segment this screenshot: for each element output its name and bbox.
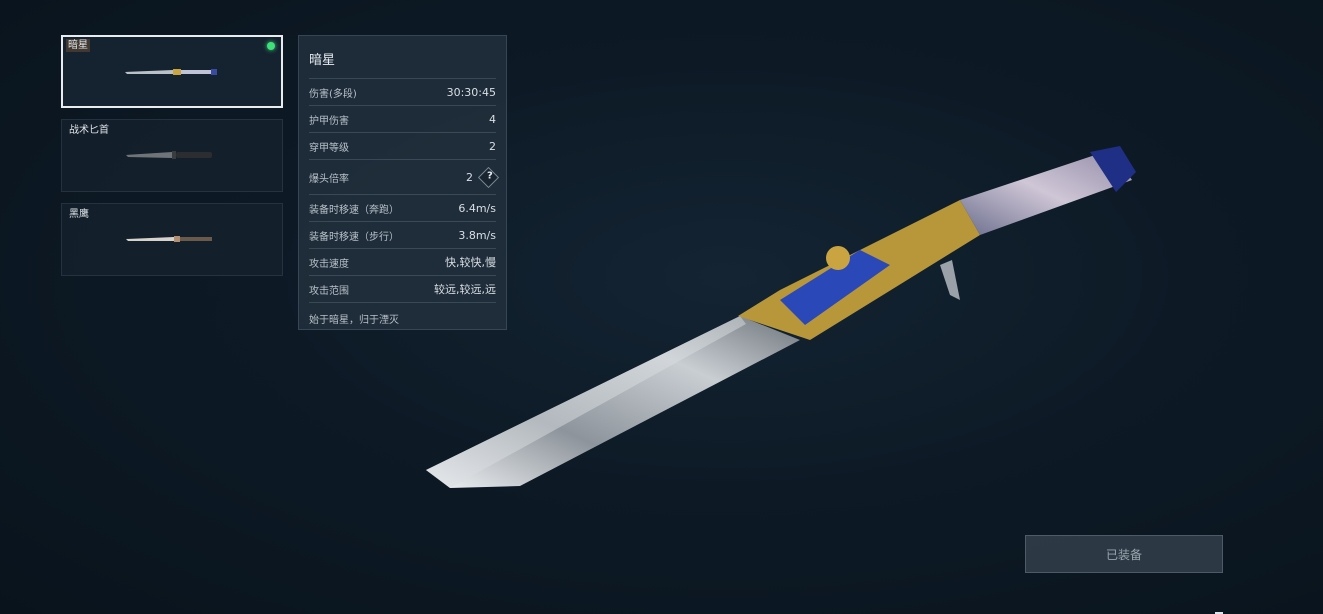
- stat-label: 攻击速度: [309, 258, 349, 270]
- stat-label: 爆头倍率: [309, 173, 349, 185]
- stat-label: 伤害(多段): [309, 88, 357, 100]
- equipped-button[interactable]: 已装备: [1025, 535, 1223, 573]
- stat-value: 4: [489, 112, 496, 126]
- weapon-card-black-hawk[interactable]: 黑鹰: [61, 203, 283, 276]
- stat-label: 护甲伤害: [309, 115, 349, 127]
- stat-row-armor-damage: 护甲伤害 4: [309, 105, 496, 132]
- stat-label: 穿甲等级: [309, 142, 349, 154]
- stat-label: 攻击范围: [309, 285, 349, 297]
- stat-label: 装备时移速（奔跑）: [309, 204, 399, 216]
- weapon-card-name: 战术匕首: [69, 125, 109, 136]
- weapon-card-tactical-dagger[interactable]: 战术匕首: [61, 119, 283, 192]
- weapon-card-name: 暗星: [66, 39, 90, 52]
- stat-row-damage: 伤害(多段) 30:30:45: [309, 78, 496, 105]
- knife-thumbnail-icon: [125, 69, 217, 75]
- knife-thumbnail-icon: [126, 236, 212, 242]
- panel-title: 暗星: [309, 53, 336, 68]
- knife-thumbnail-icon: [126, 151, 212, 159]
- weapon-card-anxing[interactable]: 暗星: [61, 35, 283, 108]
- knife-preview-model[interactable]: [420, 140, 1150, 500]
- stat-label: 装备时移速（步行）: [309, 231, 399, 243]
- weapon-list: 暗星 战术匕首 黑鹰: [61, 35, 283, 287]
- weapon-card-name: 黑鹰: [69, 209, 89, 220]
- equipped-indicator-icon: [267, 42, 275, 50]
- stat-value: 30:30:45: [446, 85, 496, 99]
